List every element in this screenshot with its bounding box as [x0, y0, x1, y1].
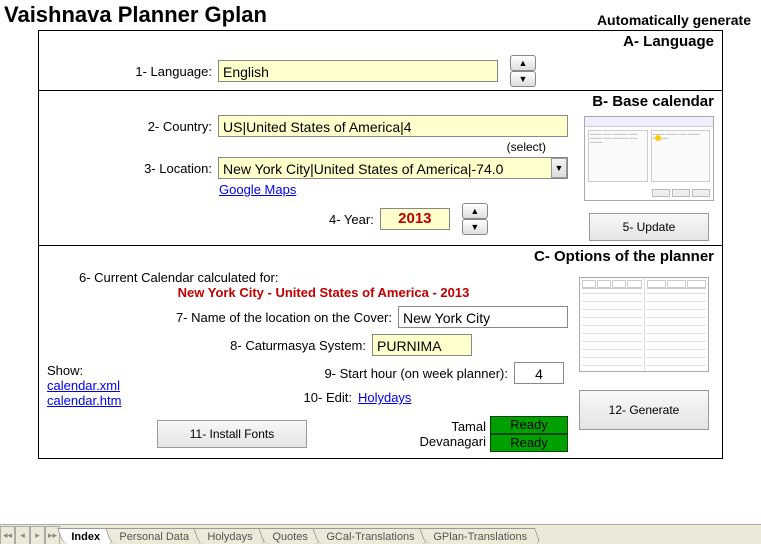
language-spin-up[interactable]: ▲ — [510, 55, 536, 71]
base-calendar-thumbnail: ▬▬▬ ▬▬ ▬▬▬▬ ▬▬ ▬▬▬ ▬▬ ▬▬▬▬ ▬▬ ▬▬▬ ▬▬▬ ▬▬… — [584, 116, 714, 201]
planner-thumbnail — [579, 277, 709, 372]
start-hour-field[interactable]: 4 — [514, 362, 564, 384]
font-devanagari-label: Devanagari — [420, 434, 487, 449]
generate-button[interactable]: 12- Generate — [579, 390, 709, 430]
font-tamal-status: Ready — [490, 416, 568, 434]
tab-gcal-translations[interactable]: GCal-Translations — [312, 528, 428, 544]
language-field[interactable]: English — [218, 60, 498, 82]
country-label: 2- Country: — [47, 119, 212, 134]
tab-quotes[interactable]: Quotes — [258, 528, 321, 544]
tab-personal-data[interactable]: Personal Data — [105, 528, 203, 544]
language-spin-down[interactable]: ▼ — [510, 71, 536, 87]
show-label: Show: — [47, 363, 139, 378]
location-label: 3- Location: — [47, 161, 212, 176]
show-htm-link[interactable]: calendar.htm — [47, 393, 139, 408]
sheet-tabstrip: ◂◂ ◂ ▸ ▸▸ Index Personal Data Holydays Q… — [0, 524, 761, 544]
tab-gplan-translations[interactable]: GPlan-Translations — [419, 528, 541, 544]
font-tamal-label: Tamal — [451, 419, 486, 434]
page-title: Vaishnava Planner Gplan — [4, 2, 267, 28]
select-hint: (select) — [507, 140, 546, 154]
cover-label: 7- Name of the location on the Cover: — [47, 310, 392, 325]
font-devanagari-status: Ready — [490, 434, 568, 452]
cover-field[interactable]: New York City — [398, 306, 568, 328]
tab-nav-prev[interactable]: ◂ — [15, 526, 30, 544]
section-a-title: A- Language — [39, 31, 722, 52]
edit-label: 10- Edit: — [304, 390, 352, 405]
caturmasya-field[interactable]: PURNIMA — [372, 334, 472, 356]
google-maps-link[interactable]: Google Maps — [219, 182, 296, 197]
country-field[interactable]: US|United States of America|4 — [218, 115, 568, 137]
year-spin-down[interactable]: ▼ — [462, 219, 488, 235]
current-calendar-value: New York City - United States of America… — [178, 285, 470, 300]
tab-holydays[interactable]: Holydays — [194, 528, 267, 544]
section-b-title: B- Base calendar — [39, 91, 722, 112]
show-xml-link[interactable]: calendar.xml — [47, 378, 139, 393]
location-combo[interactable]: New York City|United States of America|-… — [218, 157, 568, 179]
current-calendar-label: 6- Current Calendar calculated for: — [79, 270, 278, 285]
edit-holydays-link[interactable]: Holydays — [358, 390, 411, 405]
language-label: 1- Language: — [47, 64, 212, 79]
location-combo-arrow[interactable]: ▼ — [551, 158, 567, 178]
start-hour-label: 9- Start hour (on week planner): — [324, 366, 508, 381]
update-button[interactable]: 5- Update — [589, 213, 709, 241]
section-c-title: C- Options of the planner — [39, 246, 722, 267]
install-fonts-button[interactable]: 11- Install Fonts — [157, 420, 307, 448]
year-field[interactable]: 2013 — [380, 208, 450, 230]
year-label: 4- Year: — [329, 212, 374, 227]
year-spin-up[interactable]: ▲ — [462, 203, 488, 219]
auto-generate-label: Automatically generate — [597, 12, 751, 28]
caturmasya-label: 8- Caturmasya System: — [47, 338, 366, 353]
tab-nav-first[interactable]: ◂◂ — [0, 526, 15, 544]
tab-nav-next[interactable]: ▸ — [30, 526, 45, 544]
